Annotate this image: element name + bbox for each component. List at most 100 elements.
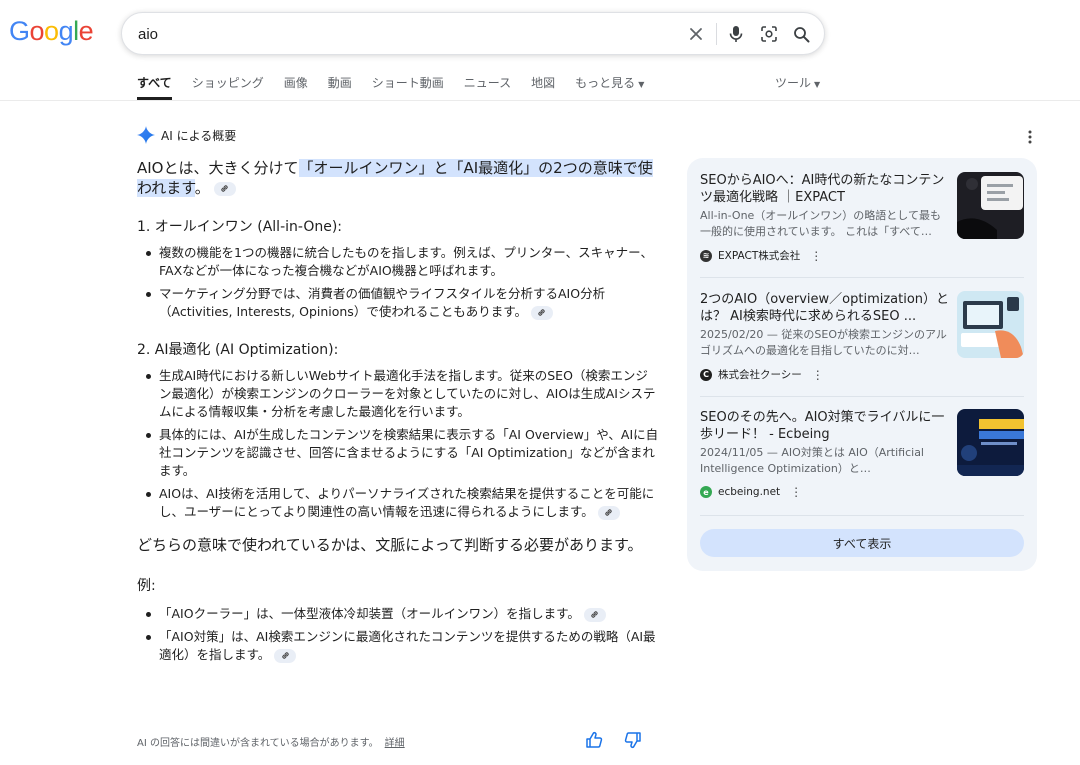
tab-item[interactable]: 動画: [328, 74, 352, 100]
ai-overview-body: AIOとは、大きく分けて「オールインワン」と「AI最適化」の2つの意味で使われま…: [137, 158, 659, 669]
tab-item[interactable]: 画像: [284, 74, 308, 100]
source-more-icon[interactable]: ⋮: [812, 368, 824, 382]
list-item: マーケティング分野では、消費者の価値観やライフスタイルを分析するAIO分析（Ac…: [137, 285, 659, 321]
show-all-button[interactable]: すべて表示: [700, 529, 1024, 557]
tab-label: ショッピング: [191, 76, 264, 90]
logo-letter: G: [9, 16, 30, 46]
list-item-text: 具体的には、AIが生成したコンテンツを検索結果に表示する「AI Overview…: [159, 427, 659, 478]
source-site: ≋ EXPACT株式会社 ⋮: [700, 248, 822, 263]
thumbs-down-icon[interactable]: [624, 731, 642, 749]
gemini-sparkle-icon: [137, 126, 155, 144]
tab-label: ショート動画: [371, 76, 444, 90]
list-item: 生成AI時代における新しいWebサイト最適化手法を指します。従来のSEO（検索エ…: [137, 367, 659, 421]
source-more-icon[interactable]: ⋮: [810, 249, 822, 263]
section2-title: 2. AI最適化 (AI Optimization):: [137, 342, 339, 358]
card-separator: [700, 396, 1024, 397]
ai-disclaimer: AI の回答には間違いが含まれている場合があります。 詳細: [137, 734, 405, 749]
search-box: [121, 12, 825, 55]
lens-icon[interactable]: [758, 23, 780, 45]
search-icon[interactable]: [790, 23, 812, 45]
source-more-icon[interactable]: ⋮: [790, 485, 802, 499]
lead-paragraph: AIOとは、大きく分けて「オールインワン」と「AI最適化」の2つの意味で使われま…: [137, 158, 659, 198]
ai-overview-header: AI による概要: [137, 126, 236, 144]
microphone-icon[interactable]: [725, 23, 747, 45]
clear-icon[interactable]: [685, 23, 707, 45]
source-link-icon[interactable]: [583, 607, 606, 622]
disclaimer-text: AI の回答には間違いが含まれている場合があります。: [137, 738, 379, 749]
tab-item[interactable]: すべて: [137, 74, 172, 100]
list-item-text: 「AIOクーラー」は、一体型液体冷却装置（オールインワン）を指します。: [159, 606, 580, 621]
ai-overview-title: AI による概要: [161, 128, 237, 143]
source-link-icon[interactable]: [597, 505, 620, 520]
example-title: 例:: [137, 578, 156, 594]
source-title[interactable]: SEOのその先へ。AIO対策でライバルに一歩リード！ - Ecbeing: [700, 409, 950, 443]
source-title[interactable]: 2つのAIO（overview／optimization）とは？ AI検索時代に…: [700, 291, 950, 325]
list-item-text: 「AIO対策」は、AI検索エンジンに最適化されたコンテンツを提供するための戦略（…: [159, 629, 656, 662]
search-tabs: すべて ショッピング 画像 動画 ショート動画 ニュース 地図 もっと見る ▼: [137, 74, 664, 100]
list-item: 複数の機能を1つの機器に統合したものを指します。例えば、プリンター、スキャナー、…: [137, 244, 659, 280]
tab-item[interactable]: ショッピング: [192, 74, 264, 100]
caret-down-icon: ▼: [814, 80, 821, 89]
header-divider: [0, 100, 1080, 101]
source-card[interactable]: SEOからAIOへ：AI時代の新たなコンテンツ最適化戦略 ｜EXPACT All…: [700, 172, 1024, 267]
sources-panel: SEOからAIOへ：AI時代の新たなコンテンツ最適化戦略 ｜EXPACT All…: [687, 158, 1037, 571]
list-item: 具体的には、AIが生成したコンテンツを検索結果に表示する「AI Overview…: [137, 426, 659, 480]
tab-label: すべて: [137, 76, 172, 90]
ecbeing-favicon-icon: e: [700, 486, 712, 498]
tab-label: ニュース: [463, 76, 512, 90]
source-thumbnail[interactable]: [957, 409, 1024, 476]
source-title[interactable]: SEOからAIOへ：AI時代の新たなコンテンツ最適化戦略 ｜EXPACT: [700, 172, 950, 206]
logo-letter: o: [44, 16, 59, 46]
list-item-text: AIOは、AI技術を活用して、よりパーソナライズされた検索結果を提供することを可…: [159, 486, 655, 519]
lead-end: 。: [194, 179, 210, 197]
conclusion-paragraph: どちらの意味で使われているかは、文脈によって判断する必要があります。: [137, 536, 643, 554]
tab-label: 画像: [283, 76, 308, 90]
details-link[interactable]: 詳細: [385, 738, 405, 749]
expact-favicon-icon: ≋: [700, 249, 712, 262]
source-name: EXPACT株式会社: [718, 250, 801, 262]
tab-label: 地図: [531, 76, 556, 90]
coosy-favicon-icon: C: [700, 368, 712, 381]
more-options-icon[interactable]: [1022, 128, 1038, 146]
source-name: 株式会社クーシー: [718, 369, 802, 381]
source-snippet: 2024/11/05 — AIO対策とは AIO（Artificial Inte…: [700, 446, 924, 475]
search-input[interactable]: [138, 23, 658, 45]
tools-label: ツール: [775, 76, 812, 90]
list-item-text: 複数の機能を1つの機器に統合したものを指します。例えば、プリンター、スキャナー、…: [159, 245, 653, 278]
tab-item[interactable]: ニュース: [464, 74, 511, 100]
tab-label: 動画: [327, 76, 352, 90]
tab-label: もっと見る: [575, 76, 636, 90]
tools-menu[interactable]: ツール ▼: [775, 74, 820, 91]
list-item-text: 生成AI時代における新しいWebサイト最適化手法を指します。従来のSEO（検索エ…: [159, 368, 656, 419]
source-link-icon[interactable]: [530, 305, 553, 320]
source-name: ecbeing.net: [718, 486, 781, 498]
search-divider: [716, 23, 717, 45]
source-site: C 株式会社クーシー ⋮: [700, 367, 824, 382]
source-link-icon[interactable]: [213, 181, 236, 196]
logo-letter: g: [58, 16, 74, 46]
source-thumbnail[interactable]: [957, 291, 1024, 358]
logo-letter: e: [78, 16, 94, 46]
list-item: 「AIOクーラー」は、一体型液体冷却装置（オールインワン）を指します。: [137, 605, 659, 623]
card-separator: [700, 277, 1024, 278]
source-card[interactable]: 2つのAIO（overview／optimization）とは？ AI検索時代に…: [700, 291, 1024, 386]
source-site: e ecbeing.net ⋮: [700, 485, 802, 499]
source-link-icon[interactable]: [274, 648, 297, 663]
source-snippet: 2025/02/20 — 従来のSEOが検索エンジンのアルゴリズムへの最適化を目…: [700, 328, 947, 357]
thumbs-up-icon[interactable]: [585, 731, 603, 749]
card-separator: [700, 515, 1024, 516]
section1-title: 1. オールインワン (All-in-One):: [137, 219, 343, 235]
tab-item[interactable]: ショート動画: [372, 74, 444, 100]
section2-list: 生成AI時代における新しいWebサイト最適化手法を指します。従来のSEO（検索エ…: [137, 367, 659, 521]
tab-item[interactable]: 地図: [531, 74, 555, 100]
list-item: 「AIO対策」は、AI検索エンジンに最適化されたコンテンツを提供するための戦略（…: [137, 628, 659, 664]
source-card[interactable]: SEOのその先へ。AIO対策でライバルに一歩リード！ - Ecbeing 202…: [700, 409, 1024, 504]
example-list: 「AIOクーラー」は、一体型液体冷却装置（オールインワン）を指します。「AIO対…: [137, 605, 659, 664]
source-snippet: All-in-One（オールインワン）の略語として最も一般的に使用されています。…: [700, 209, 941, 238]
caret-down-icon: ▼: [638, 80, 645, 89]
section1-list: 複数の機能を1つの機器に統合したものを指します。例えば、プリンター、スキャナー、…: [137, 244, 659, 321]
google-logo[interactable]: Google: [9, 16, 94, 47]
tab-item[interactable]: もっと見る ▼: [575, 74, 644, 100]
source-thumbnail[interactable]: [957, 172, 1024, 239]
lead-text: AIOとは、大きく分けて: [137, 159, 299, 177]
